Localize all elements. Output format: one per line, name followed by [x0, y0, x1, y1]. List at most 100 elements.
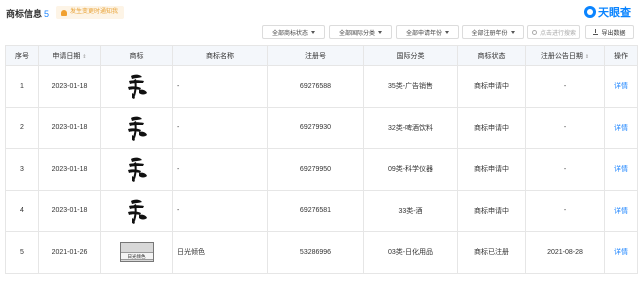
- col-header-intl-class: 国际分类: [363, 45, 458, 66]
- filter-apply-year[interactable]: 全部申请年份: [396, 25, 459, 39]
- row-detail-link[interactable]: 详情: [604, 65, 638, 108]
- chevron-down-icon: [445, 30, 449, 34]
- row-status: 商标已注册: [457, 231, 526, 274]
- row-logo-cell: [100, 148, 173, 191]
- search-placeholder: 点击进行搜索: [540, 30, 577, 37]
- logo-text: 天眼查: [598, 7, 631, 19]
- filter-intl-class[interactable]: 全部国际分类: [329, 25, 392, 39]
- row-status: 商标申请中: [457, 189, 526, 232]
- search-icon: [532, 29, 537, 35]
- row-apply-date: 2023-01-18: [38, 189, 101, 232]
- section-title-text: 商标信息: [6, 9, 43, 19]
- row-logo-cell: [100, 65, 173, 108]
- filter-trademark-status[interactable]: 全部商标状态: [262, 25, 325, 39]
- row-detail-link[interactable]: 详情: [604, 148, 638, 191]
- table-row: 3 2023-01-18 - 69279950 09类-科学仪器 商标申请中 -…: [5, 148, 638, 191]
- row-index: 5: [5, 231, 39, 274]
- chevron-down-icon: [510, 30, 515, 34]
- col-header-pub-date[interactable]: 注册公告日期 ⇕: [525, 45, 605, 66]
- trademark-logo-image[interactable]: [124, 72, 150, 100]
- col-header-label: 申请日期: [52, 52, 81, 60]
- row-intl-class: 33类-酒: [363, 189, 458, 232]
- col-header-reg-no: 注册号: [267, 45, 364, 66]
- row-pub-date: -: [525, 106, 605, 149]
- trademark-count: 5: [44, 9, 50, 19]
- row-detail-link[interactable]: 详情: [604, 189, 638, 232]
- trademark-logo-image[interactable]: 日光倾色: [119, 242, 154, 263]
- row-trademark-name: -: [172, 106, 268, 149]
- sort-icon[interactable]: ⇕: [82, 54, 86, 60]
- filter-label: 全部申请年份: [405, 30, 442, 37]
- chevron-down-icon: [311, 30, 315, 34]
- row-pub-date: -: [525, 65, 605, 108]
- trademark-logo-image[interactable]: [124, 197, 150, 225]
- trademark-logo-text: 日光倾色: [120, 252, 153, 261]
- search-input[interactable]: 点击进行搜索: [527, 25, 580, 39]
- section-header: 商标信息 5 发生变更时通知我 天眼查: [0, 0, 641, 24]
- row-status: 商标申请中: [457, 65, 526, 108]
- row-trademark-name: 日光倾色: [172, 231, 268, 274]
- download-icon: [593, 28, 599, 35]
- row-apply-date: 2021-01-26: [38, 231, 101, 274]
- sort-icon[interactable]: ⇕: [585, 54, 589, 60]
- change-notify-button[interactable]: 发生变更时通知我: [56, 6, 125, 19]
- row-pub-date: -: [525, 189, 605, 232]
- row-status: 商标申请中: [457, 106, 526, 149]
- detail-link[interactable]: 详情: [614, 166, 628, 173]
- row-reg-no: 69276581: [267, 189, 364, 232]
- row-status: 商标申请中: [457, 148, 526, 191]
- row-logo-cell: [100, 106, 173, 149]
- row-reg-no: 53286996: [267, 231, 364, 274]
- row-reg-no: 69279930: [267, 106, 364, 149]
- row-apply-date: 2023-01-18: [38, 106, 101, 149]
- filter-label: 全部国际分类: [338, 30, 375, 37]
- tianyancha-logo: 天眼查: [584, 4, 631, 20]
- trademark-table: 序号 申请日期 ⇕ 商标 商标名称 注册号 国际分类 商标状态 注册公告日期 ⇕ 操…: [5, 45, 638, 274]
- row-index: 1: [5, 65, 39, 108]
- section-title: 商标信息 5: [6, 7, 49, 20]
- bell-icon: [61, 9, 67, 16]
- trademark-logo-image[interactable]: [124, 155, 150, 183]
- row-intl-class: 35类-广告销售: [363, 65, 458, 108]
- row-intl-class: 32类-啤酒饮料: [363, 106, 458, 149]
- row-trademark-name: -: [172, 189, 268, 232]
- detail-link[interactable]: 详情: [614, 249, 628, 256]
- row-pub-date: -: [525, 148, 605, 191]
- col-header-status: 商标状态: [457, 45, 526, 66]
- row-logo-cell: 日光倾色: [100, 231, 173, 274]
- logo-eye-icon: [584, 6, 596, 18]
- table-row: 5 2021-01-26 日光倾色 日光倾色 53286996 03类-日化用品…: [5, 231, 638, 274]
- calligraphy-logo-image: [127, 116, 147, 141]
- table-row: 2 2023-01-18 - 69279930 32类-啤酒饮料 商标申请中 -…: [5, 106, 638, 149]
- row-apply-date: 2023-01-18: [38, 148, 101, 191]
- row-trademark-name: -: [172, 148, 268, 191]
- chevron-down-icon: [378, 30, 382, 34]
- detail-link[interactable]: 详情: [614, 208, 628, 215]
- row-index: 4: [5, 189, 39, 232]
- export-button[interactable]: 导出数据: [585, 25, 634, 39]
- filter-register-year[interactable]: 全部注册年份: [462, 25, 524, 39]
- detail-link[interactable]: 详情: [614, 125, 628, 132]
- col-header-label: 注册公告日期: [540, 52, 583, 60]
- row-detail-link[interactable]: 详情: [604, 106, 638, 149]
- row-index: 2: [5, 106, 39, 149]
- filter-bar: 全部商标状态 全部国际分类 全部申请年份 全部注册年份 点击进行搜索 导出数据: [0, 25, 641, 41]
- col-header-name: 商标名称: [172, 45, 268, 66]
- table-row: 4 2023-01-18 - 69276581 33类-酒 商标申请中 - 详情: [5, 189, 638, 232]
- row-reg-no: 69276588: [267, 65, 364, 108]
- table-header-row: 序号 申请日期 ⇕ 商标 商标名称 注册号 国际分类 商标状态 注册公告日期 ⇕ 操…: [5, 45, 638, 66]
- table-row: 1 2023-01-18 - 69276588 35类-广告销售 商标申请中 -…: [5, 65, 638, 108]
- col-header-apply-date[interactable]: 申请日期 ⇕: [38, 45, 101, 66]
- change-notify-label: 发生变更时通知我: [70, 9, 119, 15]
- row-reg-no: 69279950: [267, 148, 364, 191]
- col-header-logo: 商标: [100, 45, 173, 66]
- row-detail-link[interactable]: 详情: [604, 231, 638, 274]
- calligraphy-logo-image: [127, 199, 147, 224]
- calligraphy-logo-image: [127, 157, 147, 183]
- col-header-index: 序号: [5, 45, 39, 66]
- export-label: 导出数据: [601, 30, 626, 37]
- detail-link[interactable]: 详情: [614, 83, 628, 90]
- row-apply-date: 2023-01-18: [38, 65, 101, 108]
- trademark-logo-image[interactable]: [124, 114, 150, 142]
- filter-label: 全部商标状态: [271, 30, 308, 37]
